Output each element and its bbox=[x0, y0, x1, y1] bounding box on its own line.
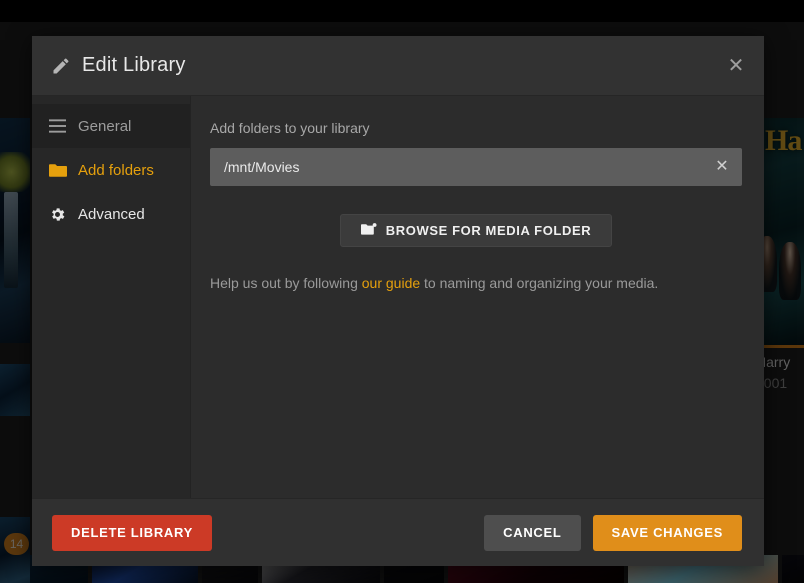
browse-button-wrap: BROWSE FOR MEDIA FOLDER bbox=[210, 214, 742, 247]
modal-header: Edit Library ✕ bbox=[32, 36, 764, 96]
add-folders-label: Add folders to your library bbox=[210, 120, 370, 136]
modal-footer: DELETE LIBRARY CANCEL SAVE CHANGES bbox=[32, 498, 764, 566]
folder-path-value: /mnt/Movies bbox=[224, 159, 300, 175]
hamburger-icon bbox=[49, 119, 68, 133]
help-text-suffix: to naming and organizing your media. bbox=[420, 275, 659, 291]
sidebar-item-label: Add folders bbox=[78, 161, 154, 179]
sidebar-item-advanced[interactable]: Advanced bbox=[32, 192, 190, 236]
pencil-icon bbox=[50, 55, 72, 77]
browse-for-media-folder-button[interactable]: BROWSE FOR MEDIA FOLDER bbox=[339, 214, 613, 247]
sidebar-item-general[interactable]: General bbox=[32, 104, 190, 148]
page-title: Edit Library bbox=[82, 54, 186, 76]
help-text: Help us out by following our guide to na… bbox=[210, 275, 742, 291]
help-text-prefix: Help us out by following bbox=[210, 275, 362, 291]
sidebar-item-add-folders[interactable]: Add folders bbox=[32, 148, 190, 192]
our-guide-link[interactable]: our guide bbox=[362, 275, 420, 291]
save-changes-button[interactable]: SAVE CHANGES bbox=[592, 514, 742, 551]
modal-body: General Add folders Advanced Add folders… bbox=[32, 96, 764, 498]
sidebar-item-label: General bbox=[78, 117, 132, 135]
modal-sidebar: General Add folders Advanced bbox=[32, 96, 191, 498]
browse-button-label: BROWSE FOR MEDIA FOLDER bbox=[385, 223, 592, 238]
folder-plus-icon bbox=[360, 222, 377, 239]
modal-content: Add folders to your library /mnt/Movies … bbox=[191, 96, 764, 498]
edit-library-modal: Edit Library ✕ General Add folders Advan… bbox=[32, 36, 764, 566]
close-icon[interactable]: ✕ bbox=[724, 54, 748, 78]
browser-top-bar bbox=[0, 0, 804, 22]
footer-actions: CANCEL SAVE CHANGES bbox=[484, 514, 742, 551]
app-root: 14 Ha Harry 2001 bbox=[0, 0, 804, 583]
delete-library-button[interactable]: DELETE LIBRARY bbox=[52, 514, 212, 551]
cancel-button[interactable]: CANCEL bbox=[484, 514, 581, 551]
remove-folder-icon[interactable]: ✕ bbox=[712, 157, 732, 177]
sidebar-item-label: Advanced bbox=[78, 205, 145, 223]
folder-path-row[interactable]: /mnt/Movies ✕ bbox=[210, 148, 742, 186]
folder-icon bbox=[49, 163, 68, 178]
gear-icon bbox=[49, 206, 68, 223]
